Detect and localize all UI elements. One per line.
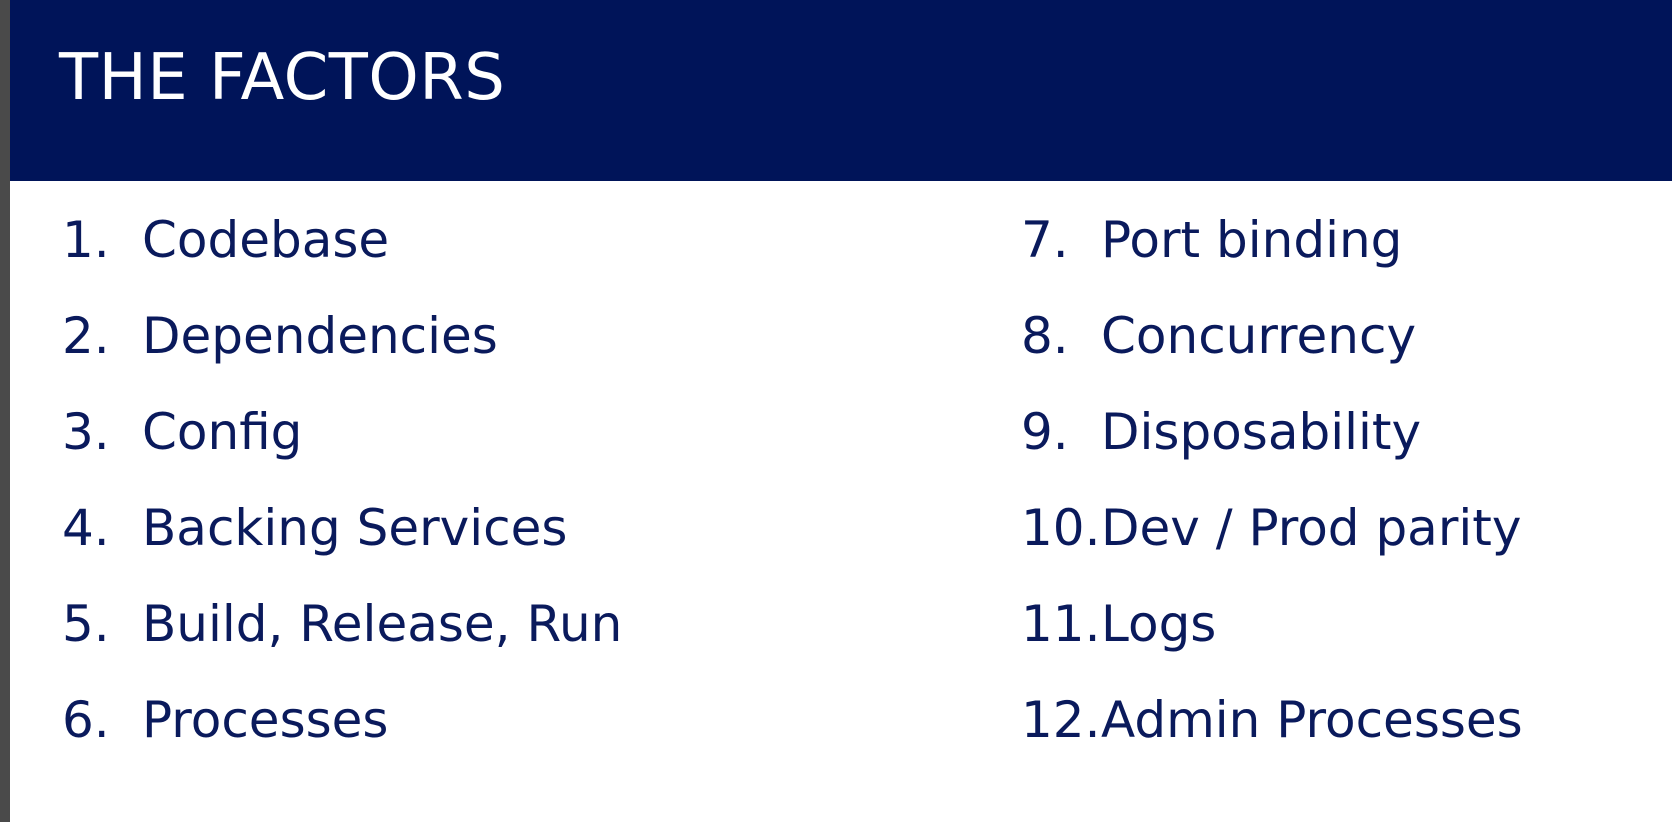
factor-number: 12. [1021,691,1101,749]
factor-item-4: 4. Backing Services [62,497,622,593]
factor-label: Concurrency [1101,307,1417,365]
factor-item-3: 3. Config [62,401,622,497]
factor-label: Codebase [142,211,390,269]
factor-number: 1. [62,211,110,269]
factor-item-10: 10. Dev / Prod parity [1021,497,1523,593]
factor-number: 9. [1021,403,1069,461]
factor-item-8: 8. Concurrency [1021,305,1523,401]
factor-label: Backing Services [142,499,568,557]
factor-number: 7. [1021,211,1069,269]
factor-number: 3. [62,403,110,461]
slide-body: 1. Codebase 2. Dependencies 3. Config 4.… [10,181,1672,822]
factor-item-5: 5. Build, Release, Run [62,593,622,689]
factor-number: 8. [1021,307,1069,365]
slide-left-edge [0,0,10,822]
factor-item-7: 7. Port binding [1021,209,1523,305]
factor-label: Disposability [1101,403,1422,461]
factor-number: 5. [62,595,110,653]
factor-number: 6. [62,691,110,749]
factors-list-left: 1. Codebase 2. Dependencies 3. Config 4.… [62,209,622,785]
factor-label: Processes [142,691,389,749]
factor-label: Dev / Prod parity [1101,499,1522,557]
factors-list-right: 7. Port binding 8. Concurrency 9. Dispos… [1021,209,1523,785]
slide-title: THE FACTORS [59,41,506,115]
factor-number: 11. [1021,595,1101,653]
factor-label: Port binding [1101,211,1403,269]
factor-item-11: 11. Logs [1021,593,1523,689]
factor-label: Config [142,403,303,461]
factor-label: Logs [1101,595,1217,653]
factor-number: 10. [1021,499,1101,557]
factor-item-12: 12. Admin Processes [1021,689,1523,785]
factor-label: Admin Processes [1101,691,1523,749]
slide-header: THE FACTORS [10,0,1672,181]
factor-label: Dependencies [142,307,498,365]
factor-number: 2. [62,307,110,365]
factor-number: 4. [62,499,110,557]
factor-item-2: 2. Dependencies [62,305,622,401]
factor-item-1: 1. Codebase [62,209,622,305]
factor-item-6: 6. Processes [62,689,622,785]
factor-item-9: 9. Disposability [1021,401,1523,497]
factor-label: Build, Release, Run [142,595,623,653]
